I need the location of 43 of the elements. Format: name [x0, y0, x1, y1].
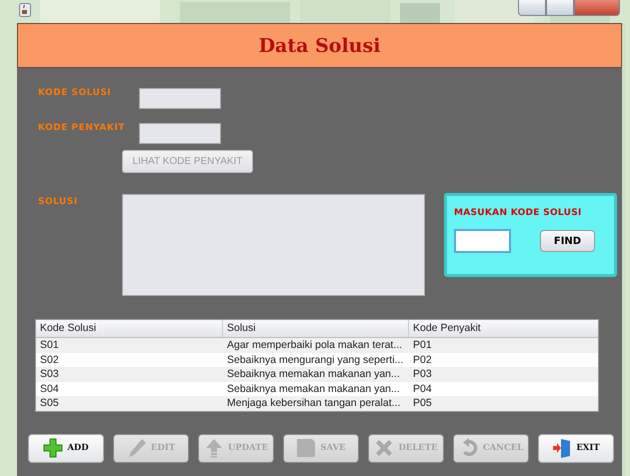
window-title: Data Solusi — [258, 34, 380, 56]
table-row[interactable]: S03 Sebaiknya memakan makanan yan... P03 — [36, 367, 598, 382]
table-cell-text: Sebaiknya memakan makanan yan... — [226, 367, 401, 382]
table-cell-text: P04 — [412, 382, 433, 396]
cross-icon — [374, 438, 394, 458]
table-cell-text: Sebaiknya mengurangi yang seperti... — [226, 352, 404, 367]
input-field[interactable] — [139, 88, 221, 109]
text-area[interactable] — [122, 194, 425, 296]
table-cell-text: S02 — [39, 352, 60, 367]
pencil-icon — [126, 438, 147, 458]
search-field[interactable] — [454, 229, 511, 253]
up-arrow-icon — [204, 438, 224, 458]
column-header[interactable]: Kode Penyakit — [409, 320, 598, 337]
column-header[interactable]: Kode Solusi — [36, 320, 223, 337]
table-cell-text: P01 — [412, 338, 433, 352]
find-button[interactable]: FIND — [540, 230, 595, 252]
plus-icon — [43, 438, 64, 458]
close-button[interactable] — [574, 0, 620, 16]
table-cell-text: P02 — [412, 352, 433, 367]
panel-title: MASUKAN KODE SOLUSI — [454, 208, 583, 218]
table-row[interactable]: S02 Sebaiknya mengurangi yang seperti... P02 — [36, 352, 598, 367]
table-row[interactable]: S01 Agar memperbaiki pola makan terat... P01 — [36, 338, 598, 352]
field-label: KODE PENYAKIT — [38, 123, 126, 133]
exit-button[interactable]: EXIT — [538, 434, 614, 462]
table-cell-text: S04 — [39, 382, 60, 396]
column-header[interactable]: Solusi — [223, 320, 409, 337]
table-cell-text: Menjaga kebersihan tangan peralat... — [226, 396, 402, 410]
table-row[interactable]: S05 Menjaga kebersihan tangan peralat... P05 — [36, 396, 598, 410]
table-cell-text: P05 — [412, 396, 433, 410]
table-cell-text: S03 — [39, 367, 60, 382]
table-row[interactable]: S04 Sebaiknya memakan makanan yan... P04 — [36, 382, 598, 396]
table-cell-text: S05 — [39, 396, 60, 410]
table-cell-text: Sebaiknya memakan makanan yan... — [226, 382, 401, 396]
add-button[interactable]: ADD — [28, 434, 104, 462]
table-cell-text: Agar memperbaiki pola makan terat... — [226, 338, 404, 352]
table-cell-text: P03 — [412, 367, 433, 382]
field-label: KODE SOLUSI — [38, 88, 112, 98]
field-label: SOLUSI — [38, 197, 79, 207]
minimize-button[interactable] — [518, 0, 546, 16]
door-icon — [552, 438, 572, 458]
maximize-button[interactable] — [546, 0, 574, 16]
table-cell-text: S01 — [39, 338, 60, 352]
input-field[interactable] — [139, 123, 221, 144]
